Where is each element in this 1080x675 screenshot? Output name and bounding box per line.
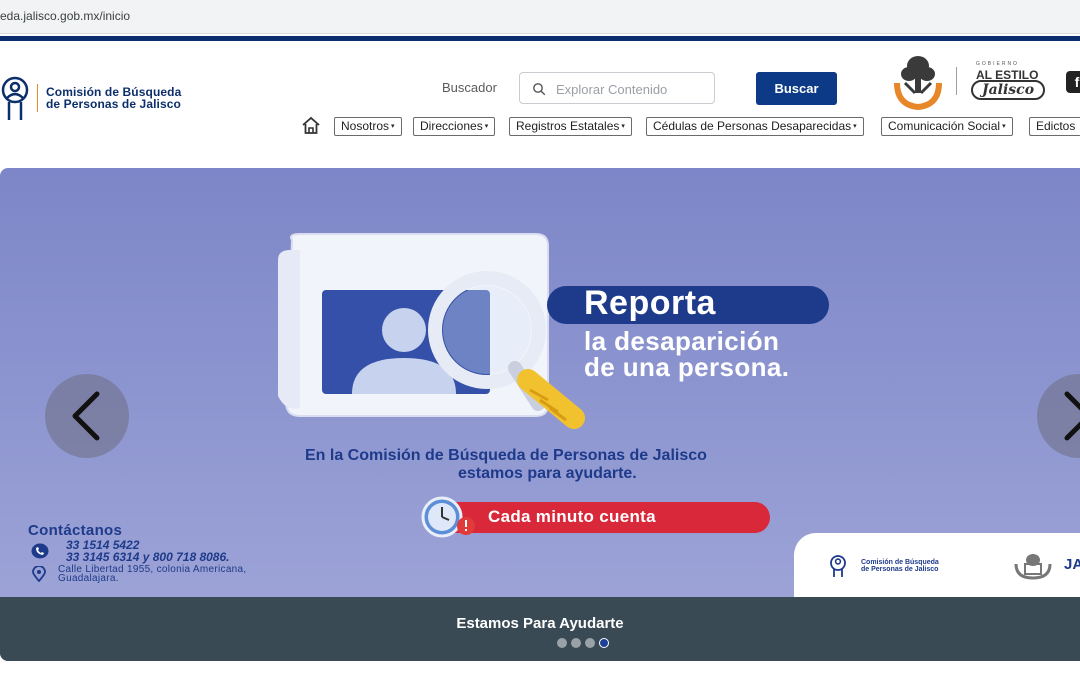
carousel-caption-bar: Estamos Para Ayudarte <box>0 597 1080 661</box>
site-header: Comisión de Búsqueda de Personas de Jali… <box>0 41 1080 154</box>
brand-name-line2: de Personas de Jalisco <box>46 97 181 111</box>
hero-commission-line2: estamos para ayudarte. <box>458 465 637 482</box>
government-small-label: GOBIERNO <box>976 61 1019 67</box>
nav-item-edictos[interactable]: Edictos <box>1029 117 1080 136</box>
footer-logo-line2: de Personas de Jalisco <box>861 566 939 573</box>
nav-item-registros-estatales[interactable]: Registros Estatales ▾ <box>509 117 632 136</box>
browser-url-bar[interactable]: eda.jalisco.gob.mx/inicio <box>0 0 1080 34</box>
facebook-icon[interactable]: f <box>1066 71 1080 93</box>
carousel-dot-2[interactable] <box>571 638 581 648</box>
nav-item-nosotros[interactable]: Nosotros ▾ <box>334 117 402 136</box>
hero-subline-2: de una persona. <box>584 352 790 382</box>
carousel-next-button[interactable] <box>1037 374 1080 458</box>
location-pin-icon <box>32 566 46 582</box>
chevron-down-icon: ▾ <box>853 123 857 130</box>
search-icon <box>533 83 546 96</box>
jalisco-seal-icon <box>1014 554 1052 580</box>
phone-icon <box>31 543 49 559</box>
contact-address-2: Guadalajara. <box>58 573 119 584</box>
footer-logo-line1: Comisión de Búsqueda <box>861 559 939 566</box>
search-button[interactable]: Buscar <box>756 72 837 105</box>
chevron-down-icon: ▾ <box>1002 123 1006 130</box>
chevron-left-icon <box>72 391 100 441</box>
hero-commission-line1: En la Comisión de Búsqueda de Personas d… <box>305 447 707 464</box>
chevron-down-icon: ▾ <box>621 123 625 130</box>
search-box[interactable] <box>519 72 715 104</box>
contact-phone-2: 33 3145 6314 y 800 718 8086. <box>66 550 230 564</box>
search-label: Buscador <box>442 80 497 95</box>
main-nav: Nosotros ▾ Direcciones ▾ Registros Estatal… <box>0 115 1080 139</box>
carousel-dot-1[interactable] <box>557 638 567 648</box>
chevron-right-icon <box>1064 391 1080 441</box>
carousel-dot-3[interactable] <box>585 638 595 648</box>
chevron-down-icon: ▾ <box>391 123 395 130</box>
cta-text: Cada minuto cuenta <box>488 507 656 526</box>
carousel-prev-button[interactable] <box>45 374 129 458</box>
nav-item-comunicacion-social[interactable]: Comunicación Social ▾ <box>881 117 1013 136</box>
brand-divider <box>37 84 38 112</box>
chevron-down-icon: ▾ <box>484 123 489 130</box>
contact-title: Contáctanos <box>28 522 123 539</box>
carousel-caption: Estamos Para Ayudarte <box>456 615 624 632</box>
hero-headline: Reporta <box>584 284 716 322</box>
carousel-dot-4[interactable] <box>599 638 609 648</box>
al-estilo-jalisco-logo[interactable]: GOBIERNO AL ESTILO Jalisco <box>968 61 1048 105</box>
commission-logo-small-icon <box>830 555 846 577</box>
jalisco-script-label: Jalisco <box>971 80 1045 100</box>
footer-jalisco-partial: JA <box>1064 556 1080 573</box>
nav-item-direcciones[interactable]: Direcciones ▾ <box>413 117 496 136</box>
nav-item-cedulas[interactable]: Cédulas de Personas Desaparecidas ▾ <box>646 117 864 136</box>
search-input[interactable] <box>556 79 706 99</box>
jalisco-government-emblem-icon[interactable] <box>891 53 945 111</box>
clock-icon <box>421 496 475 538</box>
url-text[interactable]: eda.jalisco.gob.mx/inicio <box>0 9 130 23</box>
home-icon[interactable] <box>301 116 321 135</box>
government-separator <box>956 67 957 95</box>
hero-carousel: Reporta la desaparición de una persona. … <box>0 168 1080 661</box>
